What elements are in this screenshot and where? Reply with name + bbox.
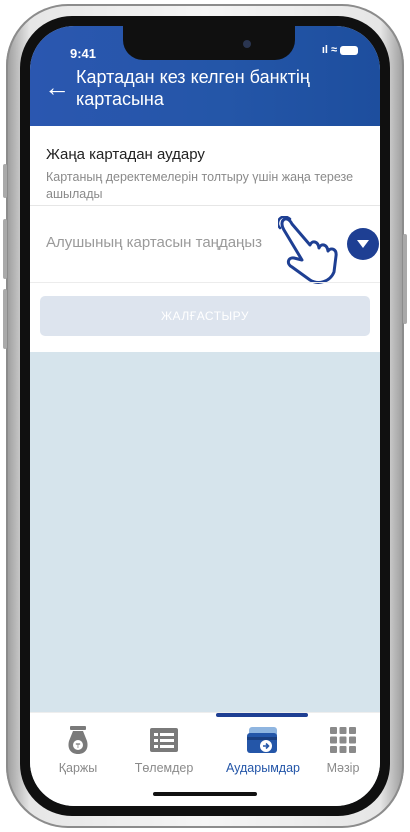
divider xyxy=(30,282,380,283)
notch xyxy=(123,26,295,60)
signal-icon: ıl xyxy=(321,44,328,56)
status-icons: ıl ≈ xyxy=(322,44,358,56)
volume-down-button xyxy=(3,289,7,349)
tab-finance[interactable]: ₸ Қаржы xyxy=(36,725,120,775)
grid-menu-icon xyxy=(330,727,356,753)
new-card-transfer-option[interactable]: Жаңа картадан аудару Картаның деректемел… xyxy=(46,146,366,203)
tab-label: Қаржы xyxy=(58,761,98,775)
tab-label: Аударымдар xyxy=(225,761,300,775)
back-arrow-icon[interactable]: ← xyxy=(44,74,70,100)
tab-transfers[interactable]: Аударымдар xyxy=(218,725,308,775)
transfer-form: Жаңа картадан аудару Картаның деректемел… xyxy=(30,126,380,352)
content-background xyxy=(30,352,380,712)
new-card-title: Жаңа картадан аудару xyxy=(46,146,205,163)
active-tab-indicator xyxy=(216,713,308,717)
camera-icon xyxy=(243,40,251,48)
chevron-down-icon xyxy=(357,240,369,248)
tab-menu[interactable]: Мәзір xyxy=(308,725,378,775)
home-indicator[interactable] xyxy=(153,792,257,796)
dropdown-button[interactable] xyxy=(347,228,379,260)
page-title: Картадан кез келген банктің картасына xyxy=(76,67,310,109)
new-card-subtitle: Картаның деректемелерін толтыру үшін жаң… xyxy=(46,170,354,201)
header: 9:41 ıl ≈ ← Картадан кез келген банктің … xyxy=(30,26,380,126)
continue-button[interactable]: ЖАЛҒАСТЫРУ xyxy=(40,296,370,336)
svg-text:₸: ₸ xyxy=(76,742,81,750)
volume-up-button xyxy=(3,219,7,279)
pointing-hand-icon xyxy=(278,216,338,284)
transfer-card-icon xyxy=(247,727,277,753)
battery-icon xyxy=(340,45,358,55)
wifi-icon: ≈ xyxy=(330,44,337,56)
phone-frame: 9:41 ıl ≈ ← Картадан кез келген банктің … xyxy=(3,4,407,828)
tab-label: Мәзір xyxy=(326,761,360,775)
app-screen: 9:41 ıl ≈ ← Картадан кез келген банктің … xyxy=(30,26,380,806)
tab-payments[interactable]: Төлемдер xyxy=(122,725,206,775)
money-bag-icon: ₸ xyxy=(68,726,88,754)
mute-switch xyxy=(3,164,7,198)
status-time: 9:41 xyxy=(70,46,97,61)
power-button xyxy=(403,234,407,324)
tab-label: Төлемдер xyxy=(134,761,194,775)
recipient-card-placeholder: Алушының картасын таңдаңыз xyxy=(46,234,262,251)
phone-bezel: 9:41 ıl ≈ ← Картадан кез келген банктің … xyxy=(20,16,390,816)
payments-icon xyxy=(150,728,178,752)
